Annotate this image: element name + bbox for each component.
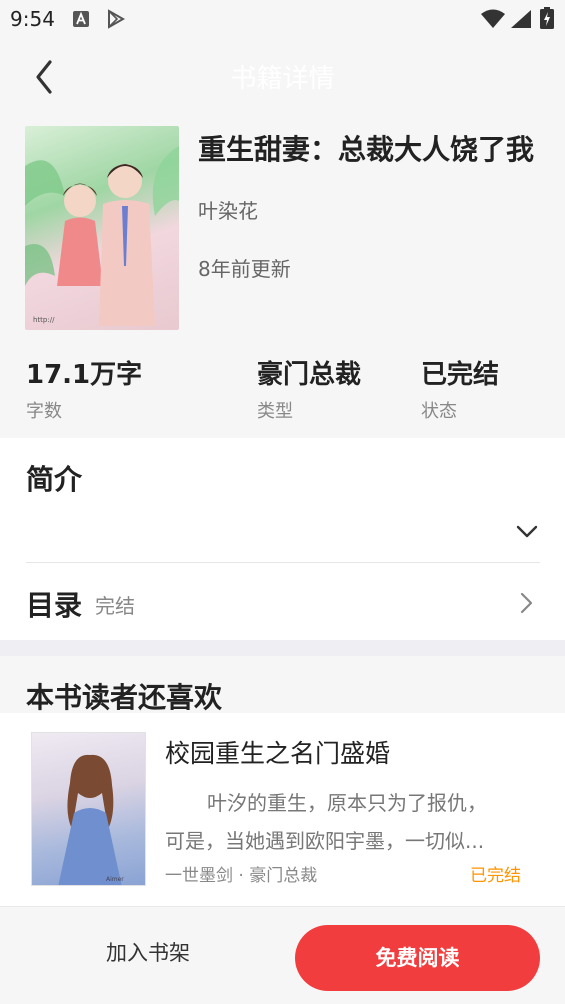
book-header: http:// 重生甜妻：总裁大人饶了我 叶染花 8年前更新 17.1万字 字数… (0, 118, 565, 438)
stat-word-count: 17.1万字 字数 (26, 354, 142, 423)
stat-status: 已完结 状态 (421, 354, 499, 423)
stat-value: 已完结 (421, 360, 500, 390)
recommended-book-meta: 一世墨剑 · 豪门总裁 (165, 866, 318, 886)
book-updated-time: 8年前更新 (198, 257, 291, 281)
status-time: 9:54 (10, 7, 55, 31)
intro-expand-button[interactable] (514, 518, 540, 544)
book-author[interactable]: 叶染花 (198, 195, 258, 224)
bottom-action-bar: 加入书架 免费阅读 (0, 906, 565, 1004)
toc-status: 完结 (95, 594, 135, 618)
stat-label: 状态 (421, 401, 457, 422)
cover-illustration: Aimer (58, 754, 124, 885)
svg-text:http://: http:// (33, 316, 55, 324)
table-of-contents-row[interactable]: 目录 完结 (0, 564, 565, 640)
recommendations-section: 本书读者还喜欢 Aimer 校园重生之名门盛婚 叶汐的重生，原本只为了报仇， 可… (0, 656, 565, 906)
divider (26, 562, 540, 563)
intro-title: 简介 (26, 463, 83, 496)
read-free-button[interactable]: 免费阅读 (295, 925, 540, 991)
intro-section: 简介 目录 完结 (0, 438, 565, 640)
stat-label: 类型 (257, 401, 293, 422)
stat-value: 豪门总裁 (257, 360, 362, 390)
section-gap (0, 640, 565, 656)
stat-label: 字数 (26, 401, 62, 422)
book-cover-image: http:// (25, 126, 179, 330)
recommended-book-title: 校园重生之名门盛婚 (165, 739, 391, 768)
cover-illustration: http:// (25, 146, 179, 326)
recommendations-title: 本书读者还喜欢 (26, 681, 223, 714)
battery-icon (540, 7, 554, 29)
recommended-book-description: 叶汐的重生，原本只为了报仇， 可是，当她遇到欧阳宇墨，一切似... (165, 784, 515, 860)
stat-value: 17.1万字 (26, 360, 143, 390)
toc-title: 目录 (26, 589, 83, 622)
status-bar: 9:54 (0, 0, 565, 38)
recommended-book-status: 已完结 (470, 866, 521, 886)
chevron-right-icon (520, 592, 533, 614)
a-notification-icon (73, 11, 89, 27)
recommended-book-card[interactable]: Aimer 校园重生之名门盛婚 叶汐的重生，原本只为了报仇， 可是，当她遇到欧阳… (0, 713, 565, 906)
chevron-down-icon (516, 525, 538, 538)
wifi-icon (481, 9, 505, 28)
page-title: 书籍详情 (230, 64, 335, 94)
description-line: 叶汐的重生，原本只为了报仇， (207, 791, 487, 815)
add-to-shelf-button[interactable]: 加入书架 (60, 937, 236, 967)
stat-genre: 豪门总裁 类型 (257, 354, 361, 423)
svg-text:Aimer: Aimer (106, 876, 124, 883)
signal-icon (511, 10, 531, 28)
book-title: 重生甜妻：总裁大人饶了我 (198, 133, 535, 166)
description-line: 可是，当她遇到欧阳宇墨，一切似... (165, 829, 485, 853)
play-store-icon (108, 9, 126, 29)
recommended-book-cover: Aimer (31, 732, 146, 886)
top-app-bar: 书籍详情 (0, 38, 565, 118)
